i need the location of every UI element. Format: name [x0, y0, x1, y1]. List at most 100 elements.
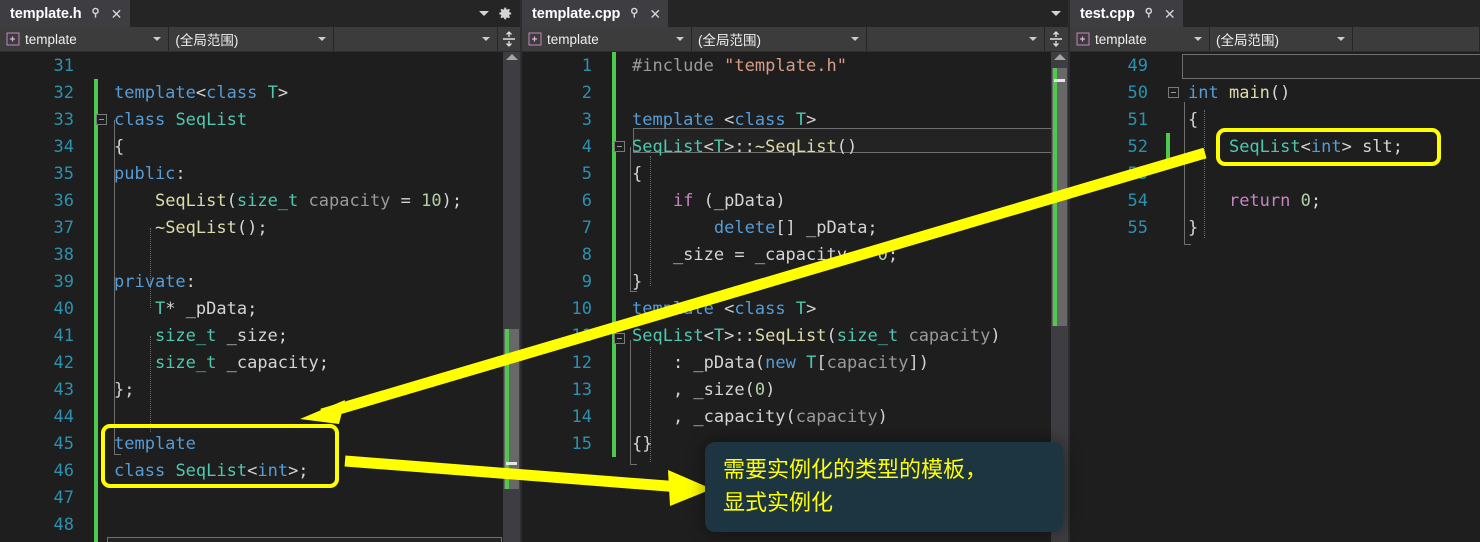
glyph-margin[interactable]: [1158, 214, 1172, 241]
code-line[interactable]: 9}: [522, 268, 1068, 295]
line-content[interactable]: class SeqList: [98, 110, 520, 130]
glyph-margin[interactable]: [602, 106, 616, 133]
line-content[interactable]: public:: [98, 164, 520, 184]
glyph-margin[interactable]: [84, 79, 98, 106]
close-icon[interactable]: ✕: [648, 7, 662, 21]
member-selector[interactable]: [333, 27, 499, 51]
glyph-margin[interactable]: [84, 106, 98, 133]
glyph-margin[interactable]: [84, 376, 98, 403]
line-content[interactable]: , _capacity(capacity): [616, 407, 1068, 427]
glyph-margin[interactable]: [602, 79, 616, 106]
code-line[interactable]: 43};: [0, 376, 520, 403]
code-line[interactable]: 48: [0, 511, 520, 538]
chevron-down-icon[interactable]: [676, 37, 684, 41]
chevron-down-icon[interactable]: [153, 37, 162, 41]
split-view-icon[interactable]: [498, 27, 520, 51]
glyph-margin[interactable]: [602, 187, 616, 214]
glyph-margin[interactable]: [1158, 160, 1172, 187]
line-content[interactable]: int main(): [1172, 83, 1480, 103]
glyph-margin[interactable]: [84, 295, 98, 322]
glyph-margin[interactable]: [84, 133, 98, 160]
glyph-margin[interactable]: [84, 187, 98, 214]
chevron-down-icon[interactable]: [1051, 11, 1061, 16]
code-line[interactable]: 34 {: [0, 133, 520, 160]
project-selector[interactable]: template: [1070, 27, 1210, 51]
code-line[interactable]: 49: [1070, 52, 1480, 79]
code-line[interactable]: 55}: [1070, 214, 1480, 241]
glyph-margin[interactable]: [84, 484, 98, 511]
member-selector[interactable]: [1353, 27, 1480, 51]
glyph-margin[interactable]: [84, 52, 98, 79]
line-content[interactable]: {: [1172, 110, 1480, 130]
code-line[interactable]: 40 T* _pData;: [0, 295, 520, 322]
glyph-margin[interactable]: [602, 403, 616, 430]
line-content[interactable]: #include "template.h": [616, 56, 1068, 76]
line-content[interactable]: ~SeqList();: [98, 218, 520, 238]
code-line[interactable]: 5{: [522, 160, 1068, 187]
glyph-margin[interactable]: [84, 457, 98, 484]
code-line[interactable]: 41 size_t _size;: [0, 322, 520, 349]
code-line[interactable]: 1 #include "template.h": [522, 52, 1068, 79]
line-content[interactable]: if (_pData): [616, 191, 1068, 211]
chevron-down-icon[interactable]: [851, 37, 859, 41]
glyph-margin[interactable]: [602, 52, 616, 79]
glyph-margin[interactable]: [602, 214, 616, 241]
code-line[interactable]: 14 , _capacity(capacity): [522, 403, 1068, 430]
pin-icon[interactable]: ⚲: [89, 8, 103, 19]
code-line[interactable]: 4 SeqList<T>::~SeqList(): [522, 133, 1068, 160]
glyph-margin[interactable]: [1158, 79, 1172, 106]
line-content[interactable]: template <class T>: [616, 110, 1068, 130]
scroll-up-icon[interactable]: [1053, 54, 1066, 60]
tab-template-h[interactable]: template.h ⚲ ✕: [0, 0, 130, 27]
code-line[interactable]: 3 template <class T>: [522, 106, 1068, 133]
tab-test-cpp[interactable]: test.cpp ⚲ ✕: [1070, 0, 1183, 27]
code-line[interactable]: 50 int main(): [1070, 79, 1480, 106]
glyph-margin[interactable]: [602, 241, 616, 268]
code-line[interactable]: 2: [522, 79, 1068, 106]
chevron-down-icon[interactable]: [1029, 37, 1037, 41]
code-line[interactable]: 13 , _size(0): [522, 376, 1068, 403]
glyph-margin[interactable]: [602, 268, 616, 295]
code-line[interactable]: 39 private:: [0, 268, 520, 295]
code-line[interactable]: 37 ~SeqList();: [0, 214, 520, 241]
glyph-margin[interactable]: [84, 241, 98, 268]
code-line[interactable]: 36 SeqList(size_t capacity = 10);: [0, 187, 520, 214]
code-line[interactable]: 47: [0, 484, 520, 511]
glyph-margin[interactable]: [602, 322, 616, 349]
line-content[interactable]: template<class T>: [98, 83, 520, 103]
tab-template-cpp[interactable]: template.cpp ⚲ ✕: [522, 0, 669, 27]
chevron-down-icon[interactable]: [317, 37, 326, 41]
member-selector[interactable]: [867, 27, 1045, 51]
line-content[interactable]: T* _pData;: [98, 299, 520, 319]
line-content[interactable]: , _size(0): [616, 380, 1068, 400]
code-lines-template-cpp[interactable]: 1 #include "template.h" 2 3 template <class …: [522, 52, 1068, 457]
line-content[interactable]: }: [616, 272, 1068, 292]
code-line[interactable]: 31: [0, 52, 520, 79]
code-line[interactable]: 35 public:: [0, 160, 520, 187]
line-content[interactable]: template <class T>: [616, 299, 1068, 319]
pin-icon[interactable]: ⚲: [627, 8, 641, 19]
glyph-margin[interactable]: [1158, 106, 1172, 133]
line-content[interactable]: {: [98, 137, 520, 157]
glyph-margin[interactable]: [84, 268, 98, 295]
scope-selector[interactable]: (全局范围): [1210, 27, 1353, 51]
glyph-margin[interactable]: [602, 295, 616, 322]
code-line[interactable]: 6 if (_pData): [522, 187, 1068, 214]
code-line[interactable]: 8 _size = _capacity = 0;: [522, 241, 1068, 268]
glyph-margin[interactable]: [602, 133, 616, 160]
chevron-down-icon[interactable]: [482, 37, 491, 41]
line-content[interactable]: private:: [98, 272, 520, 292]
glyph-margin[interactable]: [602, 376, 616, 403]
line-content[interactable]: SeqList(size_t capacity = 10);: [98, 191, 520, 211]
scope-selector[interactable]: (全局范围): [692, 27, 867, 51]
line-content[interactable]: }: [1172, 218, 1480, 238]
code-line[interactable]: 10 template <class T>: [522, 295, 1068, 322]
code-line[interactable]: 32 template<class T>: [0, 79, 520, 106]
line-content[interactable]: size_t _size;: [98, 326, 520, 346]
glyph-margin[interactable]: [1158, 187, 1172, 214]
scroll-up-icon[interactable]: [505, 54, 518, 60]
line-content[interactable]: return 0;: [1172, 191, 1480, 211]
chevron-down-icon[interactable]: [1194, 37, 1202, 41]
glyph-margin[interactable]: [84, 214, 98, 241]
pin-icon[interactable]: ⚲: [1142, 8, 1156, 19]
